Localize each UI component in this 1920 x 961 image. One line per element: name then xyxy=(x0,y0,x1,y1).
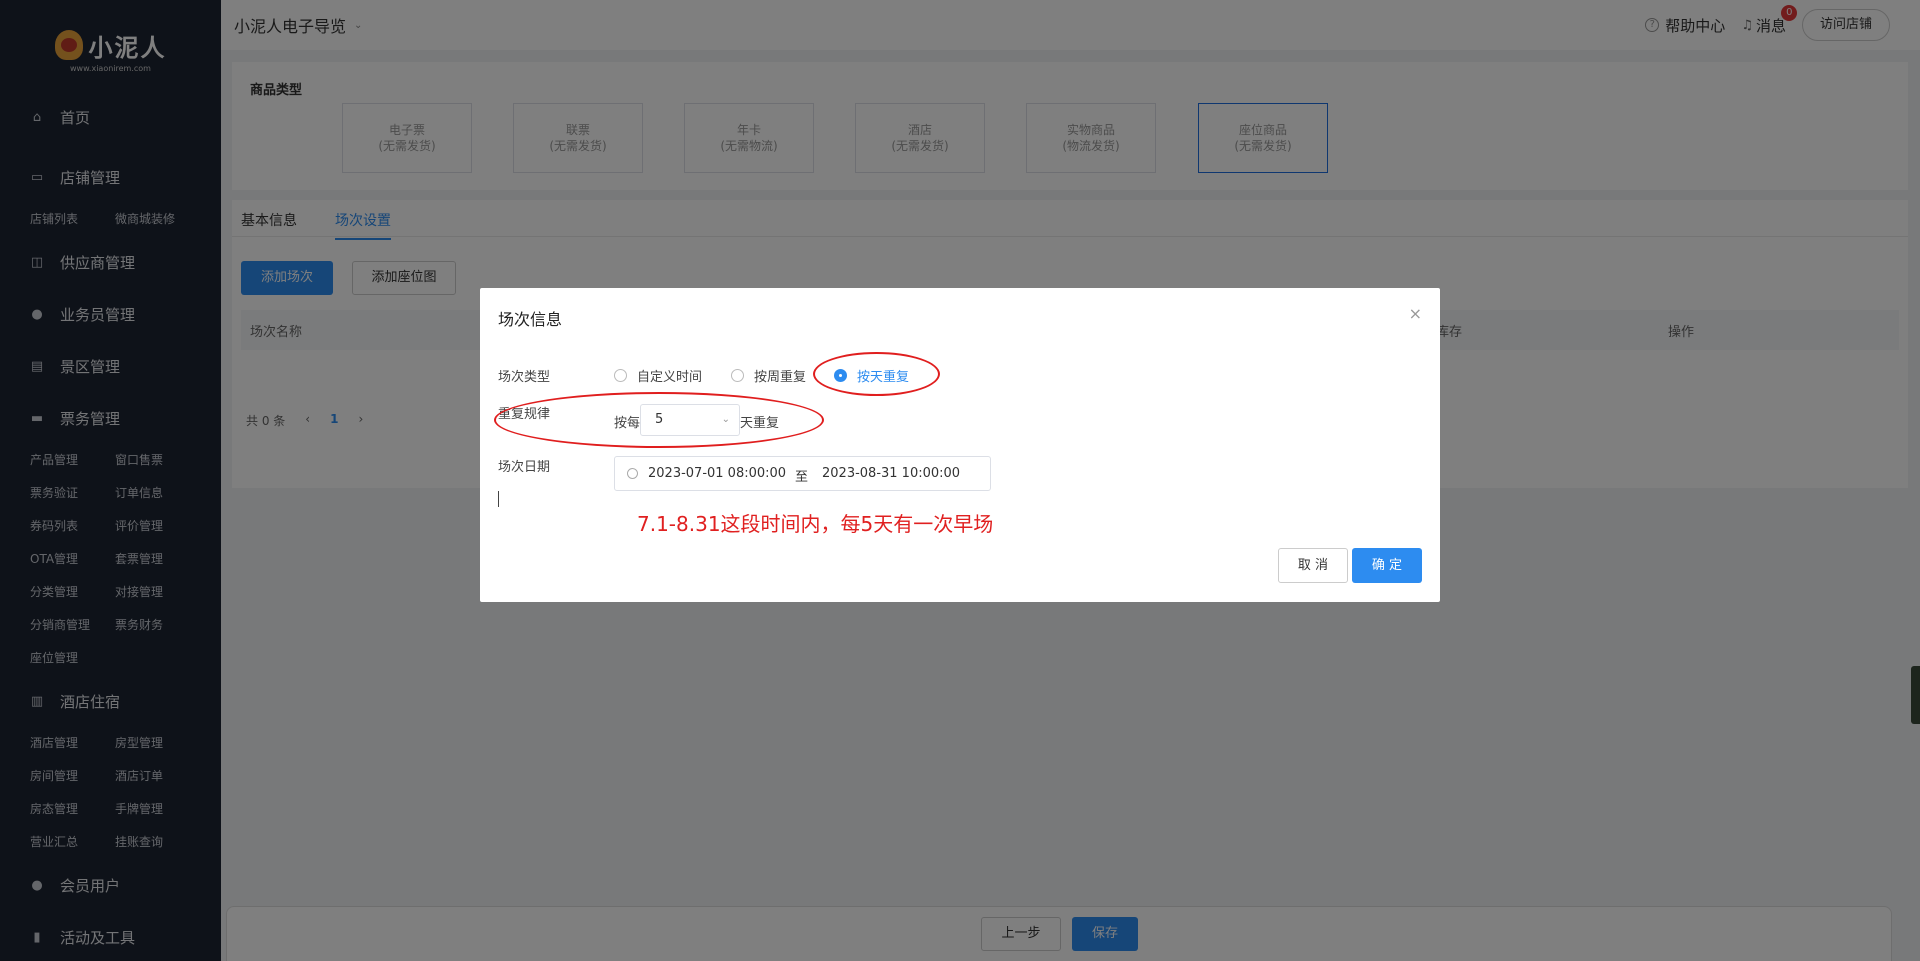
session-info-dialog: 场次信息 × 场次类型 自定义时间 按周重复 按天重复 重复规律 按每 5 ⌄ … xyxy=(480,288,1440,602)
cancel-button[interactable]: 取 消 xyxy=(1278,548,1348,583)
radio-icon xyxy=(731,369,744,382)
session-date-label: 场次日期 xyxy=(498,460,551,475)
annotation-circle xyxy=(813,352,940,396)
radio-weekly-repeat[interactable]: 按周重复 xyxy=(731,366,806,385)
close-icon[interactable]: × xyxy=(1409,304,1422,323)
date-separator: 至 xyxy=(795,470,809,485)
session-type-label: 场次类型 xyxy=(498,370,551,385)
date-range-picker[interactable]: 2023-07-01 08:00:00 至 2023-08-31 10:00:0… xyxy=(614,456,991,491)
clock-icon xyxy=(627,468,638,479)
date-start[interactable]: 2023-07-01 08:00:00 xyxy=(648,466,786,481)
text-cursor xyxy=(498,491,499,507)
radio-icon xyxy=(614,369,627,382)
annotation-note: 7.1-8.31这段时间内，每5天有一次早场 xyxy=(637,512,994,536)
dialog-title: 场次信息 xyxy=(498,310,563,329)
radio-custom-time[interactable]: 自定义时间 xyxy=(614,366,702,385)
date-end[interactable]: 2023-08-31 10:00:00 xyxy=(822,466,960,481)
confirm-button[interactable]: 确 定 xyxy=(1352,548,1422,583)
annotation-circle xyxy=(494,392,824,448)
